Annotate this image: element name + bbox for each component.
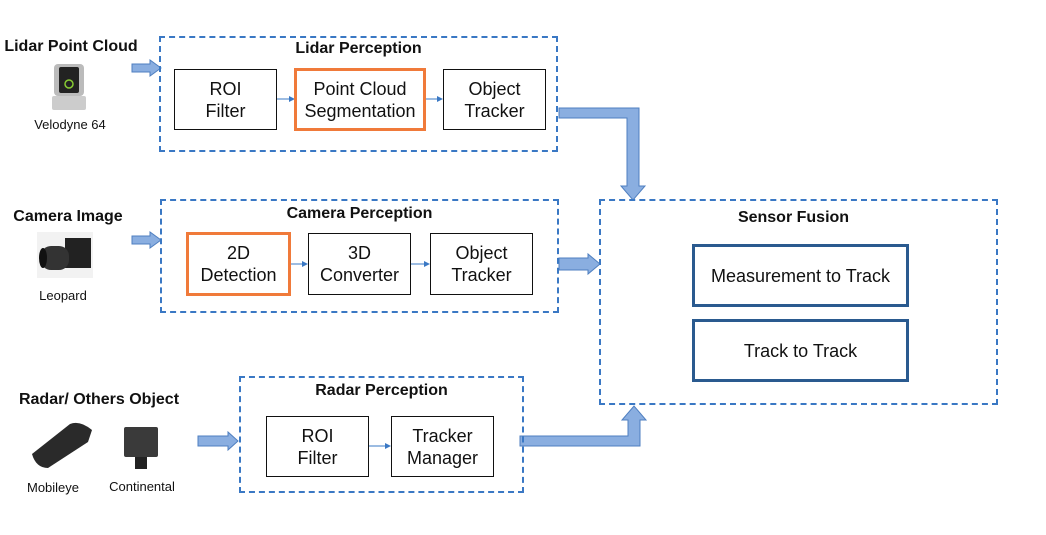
lidar-roi-filter: ROI Filter — [174, 69, 277, 130]
camera-perception-title: Camera Perception — [286, 205, 433, 222]
measurement-to-track: Measurement to Track — [692, 244, 909, 307]
lidar-device-label: Velodyne 64 — [34, 117, 106, 132]
radar-sensor-icon — [122, 425, 160, 470]
sensor-fusion-title: Sensor Fusion — [737, 209, 850, 226]
radar-source-title: Radar/ Others Object — [18, 391, 180, 408]
camera-to-fusion-arrow — [558, 252, 601, 276]
camera-source-title: Camera Image — [13, 208, 123, 225]
radar-to-fusion-arrow — [519, 405, 648, 447]
radar-roi-filter: ROI Filter — [266, 416, 369, 477]
lidar-to-fusion-arrow — [558, 107, 647, 201]
continental-label: Continental — [109, 479, 175, 494]
lidar-object-tracker: Object Tracker — [443, 69, 546, 130]
point-cloud-segmentation: Point Cloud Segmentation — [294, 68, 426, 131]
lidar-input-arrow — [131, 59, 162, 77]
tracker-manager: Tracker Manager — [391, 416, 494, 477]
diagram: Lidar Point Cloud Velodyne 64 Camera Ima… — [0, 0, 1046, 535]
lidar-source-title: Lidar Point Cloud — [4, 38, 138, 55]
2d-detection: 2D Detection — [186, 232, 291, 296]
3d-converter: 3D Converter — [308, 233, 411, 295]
track-to-track: Track to Track — [692, 319, 909, 382]
camera-input-arrow — [131, 231, 162, 249]
radar-perception-title: Radar Perception — [315, 382, 448, 399]
lidar-perception-title: Lidar Perception — [295, 40, 422, 57]
camera-device-label: Leopard — [39, 288, 87, 303]
radar-input-arrow — [197, 430, 239, 452]
lidar-sensor-icon — [50, 62, 88, 112]
camera-object-tracker: Object Tracker — [430, 233, 533, 295]
camera-icon — [37, 232, 93, 278]
mobileye-sensor-icon — [30, 420, 94, 470]
mobileye-label: Mobileye — [26, 480, 80, 495]
